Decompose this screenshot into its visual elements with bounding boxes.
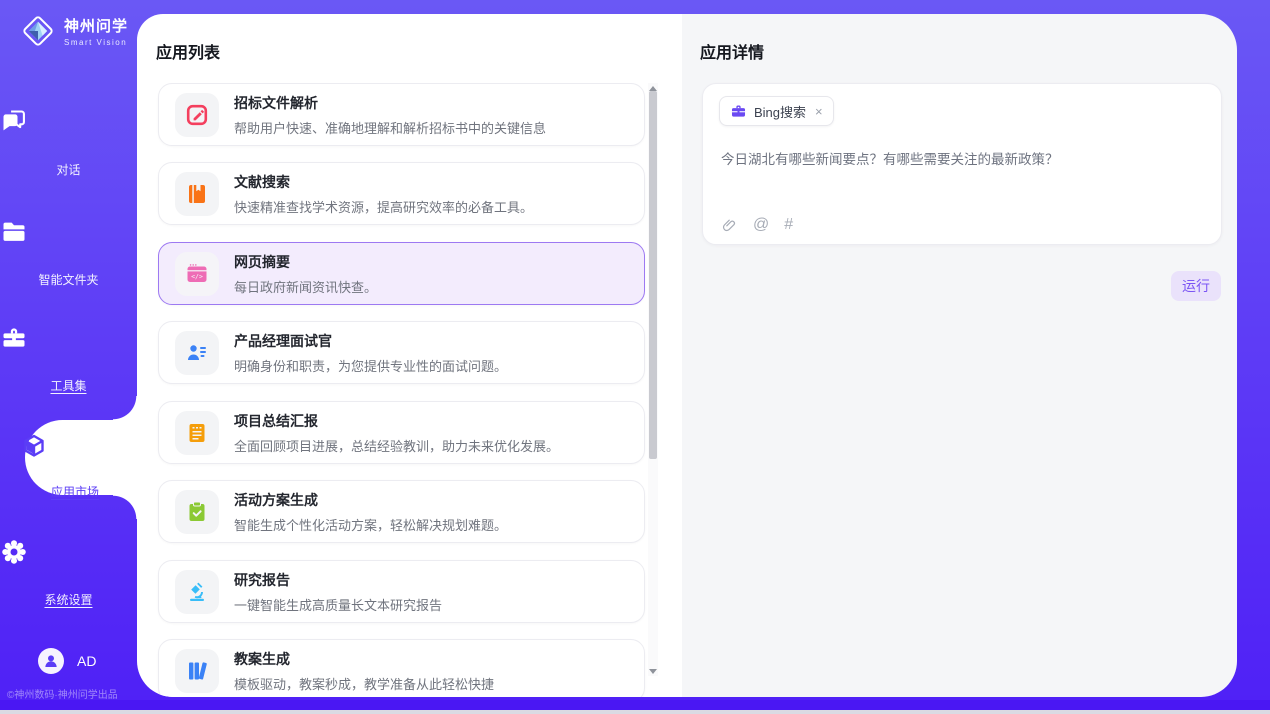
app-list: 招标文件解析 帮助用户快速、准确地理解和解析招标书中的关键信息 文献搜索 快速精…	[137, 83, 682, 697]
app-card-bid-document-analysis[interactable]: 招标文件解析 帮助用户快速、准确地理解和解析招标书中的关键信息	[158, 83, 645, 146]
app-card-event-plan[interactable]: 活动方案生成 智能生成个性化活动方案，轻松解决规划难题。	[158, 480, 645, 543]
brand-name: 神州问学	[64, 15, 128, 36]
book-icon	[175, 172, 219, 216]
list-scrollbar[interactable]	[648, 83, 658, 676]
prompt-card[interactable]: Bing搜索 × 今日湖北有哪些新闻要点？有哪些需要关注的最新政策？ @ #	[702, 83, 1222, 245]
chip-label: Bing搜索	[754, 102, 806, 121]
sidebar-item-settings[interactable]: 系统设置	[0, 538, 137, 609]
chip-close-icon[interactable]: ×	[815, 104, 823, 119]
app-card-research-report[interactable]: 研究报告 一键智能生成高质量长文本研究报告	[158, 560, 645, 623]
tool-chip-bing-search[interactable]: Bing搜索 ×	[719, 96, 834, 126]
note-icon	[175, 411, 219, 455]
microscope-icon	[175, 570, 219, 614]
sidebar-item-label: 工具集	[50, 377, 86, 394]
app-desc: 一键智能生成高质量长文本研究报告	[234, 595, 442, 614]
app-name: 活动方案生成	[234, 490, 507, 510]
app-desc: 快速精准查找学术资源，提高研究效率的必备工具。	[234, 197, 533, 216]
cube-icon	[19, 432, 131, 462]
app-name: 招标文件解析	[234, 93, 546, 113]
sidebar-item-toolset[interactable]: 工具集	[0, 324, 137, 395]
brand-subtitle: Smart Vision	[64, 38, 128, 47]
attachment-toolbar: @ #	[721, 216, 793, 234]
app-card-literature-search[interactable]: 文献搜索 快速精准查找学术资源，提高研究效率的必备工具。	[158, 162, 645, 225]
app-desc: 全面回顾项目进展，总结经验教训，助力未来优化发展。	[234, 436, 559, 455]
gear-icon	[0, 538, 137, 566]
sidebar-item-app-market[interactable]: 应用市场	[25, 420, 137, 495]
app-name: 教案生成	[234, 649, 494, 669]
avatar	[38, 648, 64, 674]
app-card-pm-interviewer[interactable]: 产品经理面试官 明确身份和职责，为您提供专业性的面试问题。	[158, 321, 645, 384]
clipboard-check-icon	[175, 490, 219, 534]
app-list-title: 应用列表	[156, 39, 220, 63]
app-detail-panel: 应用详情 Bing搜索 × 今日湖北有哪些新闻要点？有哪些需要关注的最新政策？	[682, 14, 1237, 697]
prompt-text[interactable]: 今日湖北有哪些新闻要点？有哪些需要关注的最新政策？	[721, 150, 1201, 170]
run-button[interactable]: 运行	[1171, 271, 1221, 301]
app-desc: 每日政府新闻资讯快查。	[234, 277, 377, 296]
user-account[interactable]: AD	[38, 648, 96, 674]
sidebar-item-label: 系统设置	[44, 591, 92, 608]
interviewer-icon	[175, 331, 219, 375]
person-icon	[42, 652, 60, 670]
app-name: 网页摘要	[234, 252, 377, 272]
books-icon	[175, 649, 219, 693]
bottom-accent-bar	[0, 700, 1270, 710]
brand-logo: 神州问学 Smart Vision	[20, 13, 128, 49]
user-label: AD	[77, 653, 96, 669]
sidebar-item-smart-folder[interactable]: 智能文件夹	[0, 218, 137, 289]
app-detail-title: 应用详情	[700, 39, 764, 63]
active-bubble-curve-bottom	[113, 495, 137, 519]
folder-icon	[0, 218, 137, 246]
app-name: 产品经理面试官	[234, 331, 507, 351]
window-bottom-edge	[0, 710, 1270, 714]
app-name: 文献搜索	[234, 172, 533, 192]
scroll-down-arrow-icon[interactable]	[648, 666, 658, 676]
active-bubble-curve-top	[113, 396, 137, 420]
copyright-text: ©神州数码·神州问学出品	[7, 686, 118, 701]
main-content: 应用列表 招标文件解析 帮助用户快速、准确地理解和解析招标书中的关键信息	[137, 14, 1237, 697]
paperclip-icon[interactable]	[721, 217, 738, 234]
toolbox-icon	[0, 324, 137, 352]
app-card-web-summary[interactable]: </> 网页摘要 每日政府新闻资讯快查。	[158, 242, 645, 305]
sidebar-item-chat[interactable]: 对话	[0, 108, 137, 179]
app-desc: 智能生成个性化活动方案，轻松解决规划难题。	[234, 515, 507, 534]
app-name: 项目总结汇报	[234, 411, 559, 431]
svg-text:</>: </>	[191, 272, 203, 280]
briefcase-icon	[730, 103, 747, 120]
scrollbar-thumb[interactable]	[649, 91, 657, 459]
gem-logo-icon	[20, 13, 56, 49]
hash-icon[interactable]: #	[784, 216, 793, 234]
at-sign-icon[interactable]: @	[753, 216, 769, 234]
app-card-project-summary[interactable]: 项目总结汇报 全面回顾项目进展，总结经验教训，助力未来优化发展。	[158, 401, 645, 464]
chat-icon	[0, 108, 137, 136]
app-desc: 帮助用户快速、准确地理解和解析招标书中的关键信息	[234, 118, 546, 137]
browser-code-icon: </>	[175, 252, 219, 296]
sidebar-item-label: 对话	[56, 161, 80, 178]
app-name: 研究报告	[234, 570, 442, 590]
app-desc: 模板驱动，教案秒成，教学准备从此轻松快捷	[234, 674, 494, 693]
sidebar-item-label: 智能文件夹	[38, 271, 98, 288]
pen-square-icon	[175, 93, 219, 137]
app-card-lesson-plan[interactable]: 教案生成 模板驱动，教案秒成，教学准备从此轻松快捷	[158, 639, 645, 697]
sidebar: 神州问学 Smart Vision 对话 智能文件夹	[0, 0, 137, 700]
app-desc: 明确身份和职责，为您提供专业性的面试问题。	[234, 356, 507, 375]
app-list-panel: 应用列表 招标文件解析 帮助用户快速、准确地理解和解析招标书中的关键信息	[137, 14, 682, 697]
sidebar-item-label: 应用市场	[51, 483, 99, 500]
